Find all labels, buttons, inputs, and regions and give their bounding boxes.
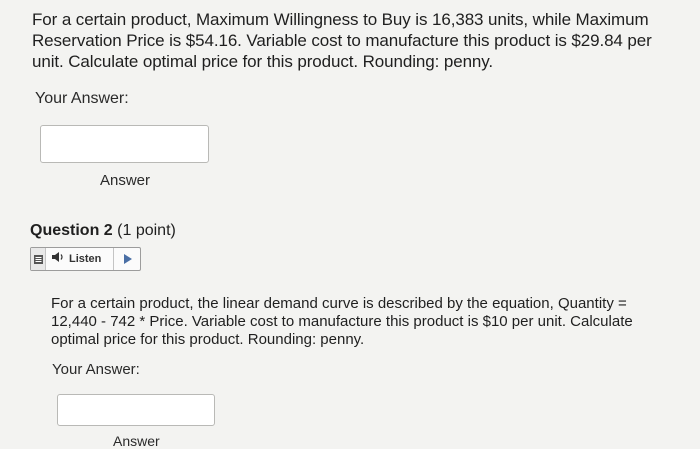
- menu-icon[interactable]: [31, 248, 46, 270]
- answer-input-q2[interactable]: [57, 394, 215, 426]
- your-answer-label-q1: Your Answer:: [35, 90, 129, 107]
- question-2-text: For a certain product, the linear demand…: [51, 295, 633, 348]
- listen-label: Listen: [69, 253, 102, 265]
- question-1-text: For a certain product, Maximum Willingne…: [32, 10, 652, 71]
- your-answer-label-q2: Your Answer:: [52, 361, 140, 378]
- question-2-heading: Question 2 (1 point): [30, 222, 176, 240]
- speaker-icon: [51, 250, 65, 268]
- listen-widget: Listen: [30, 247, 141, 271]
- answer-caption-q1: Answer: [100, 172, 151, 189]
- listen-button[interactable]: Listen: [46, 248, 114, 270]
- play-icon[interactable]: [114, 248, 140, 270]
- answer-input-q1[interactable]: [40, 125, 209, 163]
- question-2-title: Question 2: [30, 222, 113, 239]
- question-2-points: (1 point): [117, 222, 176, 239]
